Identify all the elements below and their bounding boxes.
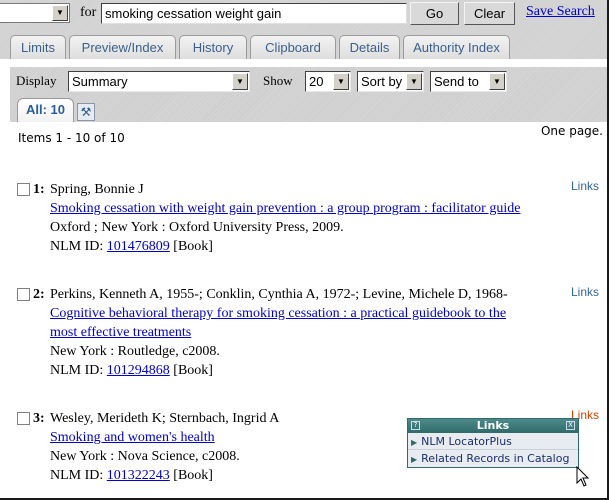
nlm-id-link[interactable]: 101476809 (107, 239, 170, 254)
popup-item-label: NLM LocatorPlus (421, 435, 512, 448)
links-button[interactable]: Links (571, 179, 599, 193)
send-to-select[interactable]: Send to ▼ (430, 71, 507, 92)
result-title-link[interactable]: Cognitive behavioral therapy for smoking… (50, 306, 506, 321)
links-popup: ? Links X ▶ NLM LocatorPlus ▶ Related Reco… (407, 418, 579, 468)
links-button[interactable]: Links (571, 285, 599, 299)
all-results-tab[interactable]: All: 10 (17, 98, 74, 122)
result-body: Spring, Bonnie J Smoking cessation with … (50, 180, 560, 256)
display-label: Display (16, 73, 57, 88)
show-select-value: 20 (309, 74, 324, 89)
nlm-id-label: NLM ID: (50, 363, 104, 378)
links-popup-header: ? Links X (408, 419, 578, 433)
search-input[interactable]: smoking cessation weight gain (101, 3, 407, 24)
chevron-down-icon[interactable]: ▼ (489, 73, 505, 90)
left-margin (0, 67, 10, 122)
popup-item-label: Related Records in Catalog (421, 452, 570, 465)
nlm-id-link[interactable]: 101322243 (107, 468, 170, 483)
links-popup-title: Links (476, 419, 510, 432)
result-number: 2: (33, 287, 45, 302)
result-checkbox[interactable] (17, 183, 30, 196)
show-label: Show (263, 73, 293, 88)
show-select[interactable]: 20 ▼ (305, 71, 351, 92)
result-type: [Book] (173, 239, 213, 254)
chevron-down-icon[interactable]: ▼ (232, 73, 248, 90)
tab-preview-index[interactable]: Preview/Index (69, 35, 176, 59)
tab-clipboard[interactable]: Clipboard (250, 35, 336, 59)
chevron-down-icon[interactable]: ▼ (406, 73, 422, 90)
help-icon[interactable]: ? (411, 421, 420, 430)
result-checkbox[interactable] (17, 412, 30, 425)
items-count: Items 1 - 10 of 10 (18, 131, 125, 145)
links-popup-item-locatorplus[interactable]: ▶ NLM LocatorPlus (408, 433, 578, 450)
tab-limits[interactable]: Limits (10, 35, 66, 59)
send-to-select-value: Send to (434, 74, 479, 89)
links-popup-item-related-records[interactable]: ▶ Related Records in Catalog (408, 450, 578, 467)
go-button[interactable]: Go (410, 2, 459, 25)
result-number: 1: (33, 182, 45, 197)
result-checkbox[interactable] (17, 288, 30, 301)
display-bar: Display Summary ▼ Show 20 ▼ Sort by ▼ Se… (10, 67, 607, 122)
chevron-down-icon[interactable]: ▼ (52, 5, 68, 21)
nlm-id-link[interactable]: 101294868 (107, 363, 170, 378)
result-number: 3: (33, 411, 45, 426)
search-bar: ▼ for smoking cessation weight gain Go C… (0, 0, 607, 60)
for-label: for (80, 5, 97, 20)
result-authors: Spring, Bonnie J (50, 182, 144, 197)
tab-authority-index[interactable]: Authority Index (403, 35, 510, 59)
triangle-right-icon: ▶ (411, 438, 418, 447)
result-title-link[interactable]: Smoking cessation with weight gain preve… (50, 201, 520, 216)
mouse-cursor-icon (576, 466, 590, 487)
separator (0, 59, 607, 67)
save-search-link[interactable]: Save Search (526, 4, 595, 20)
result-title-link-continued[interactable]: most effective treatments (50, 325, 191, 340)
result-body: Perkins, Kenneth A, 1955-; Conklin, Cynt… (50, 285, 570, 380)
nlm-id-label: NLM ID: (50, 468, 104, 483)
result-item: 1: Spring, Bonnie J Smoking cessation wi… (17, 180, 577, 260)
result-item: 2: Perkins, Kenneth A, 1955-; Conklin, C… (17, 285, 577, 385)
nlm-id-label: NLM ID: (50, 239, 104, 254)
result-publication: New York : Routledge, c2008. (50, 344, 220, 359)
result-publication: Oxford ; New York : Oxford University Pr… (50, 220, 344, 235)
display-select[interactable]: Summary ▼ (68, 71, 250, 92)
database-select[interactable]: ▼ (0, 3, 70, 23)
tab-details[interactable]: Details (339, 35, 400, 59)
result-type: [Book] (173, 468, 213, 483)
clear-button[interactable]: Clear (464, 2, 515, 25)
display-select-value: Summary (72, 74, 128, 89)
close-icon[interactable]: X (566, 421, 575, 430)
page-count: One page. (540, 124, 603, 138)
chevron-down-icon[interactable]: ▼ (333, 73, 349, 90)
tab-history[interactable]: History (179, 35, 247, 59)
result-authors: Perkins, Kenneth A, 1955-; Conklin, Cynt… (50, 287, 508, 302)
triangle-right-icon: ▶ (411, 455, 418, 464)
result-title-link[interactable]: Smoking and women's health (50, 430, 215, 445)
sort-by-select[interactable]: Sort by ▼ (357, 71, 424, 92)
sort-by-select-value: Sort by (361, 74, 403, 89)
result-type: [Book] (173, 363, 213, 378)
tools-icon[interactable]: ⚒ (77, 103, 95, 121)
